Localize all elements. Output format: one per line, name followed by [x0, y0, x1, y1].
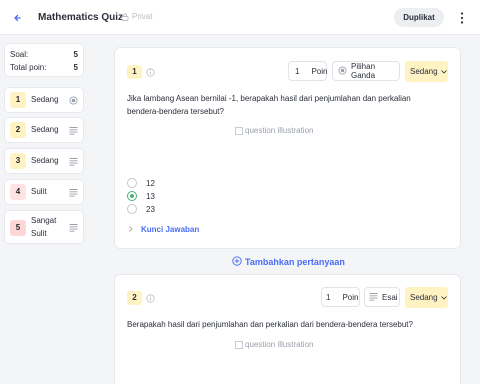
option-label: 13	[146, 191, 155, 201]
answer-key-label: Kunci Jawaban	[141, 225, 200, 234]
question-text: Berapakah hasil dari penjumlahan dan per…	[127, 320, 413, 329]
chevron-right-icon	[129, 225, 133, 234]
question-nav-item-3[interactable]: 3 Sedang	[4, 148, 84, 174]
broken-image-icon	[235, 340, 243, 349]
question-number-badge: 2	[127, 291, 142, 305]
image-alt-text: question illustration	[245, 340, 314, 349]
total-points-label: Total poin:	[10, 63, 47, 72]
radio-type-icon	[69, 96, 78, 105]
text-lines-icon	[69, 157, 78, 166]
option-label: 23	[146, 204, 155, 214]
question-image: question illustration	[235, 340, 313, 349]
points-label: Poin	[311, 66, 328, 76]
question-number: 2	[10, 122, 26, 138]
plus-circle-icon	[232, 256, 242, 268]
privacy-status[interactable]: Privat	[121, 12, 152, 21]
add-question-button[interactable]: Tambahkan pertanyaan	[232, 256, 345, 268]
question-number: 5	[10, 220, 26, 236]
question-nav-item-2[interactable]: 2 Sedang	[4, 117, 84, 143]
points-value: 1	[326, 292, 331, 302]
more-options-icon[interactable]	[456, 10, 468, 26]
answer-key-toggle[interactable]: Kunci Jawaban	[129, 225, 199, 234]
text-lines-icon	[69, 223, 78, 232]
total-points-row: Total poin: 5	[10, 63, 78, 72]
question-text: Jika lambang Asean bernilai -1, berapaka…	[127, 94, 411, 116]
question-count-value: 5	[73, 50, 78, 59]
option-radio-selected[interactable]	[127, 191, 137, 201]
text-lines-icon	[369, 292, 378, 303]
duplicate-button[interactable]: Duplikat	[394, 8, 444, 27]
question-number: 4	[10, 184, 26, 200]
question-count-row: Soal: 5	[10, 50, 78, 59]
question-nav-item-5[interactable]: 5 Sangat Sulit	[4, 210, 84, 244]
privacy-label: Privat	[132, 12, 153, 21]
question-difficulty: Sedang	[31, 95, 59, 104]
question-type-label: Esai	[382, 292, 398, 302]
question-card-1: 1 1 Poin Pilihan Ganda Sedang Jika lamba…	[114, 47, 461, 249]
add-question-label: Tambahkan pertanyaan	[245, 257, 345, 267]
radio-type-icon	[338, 65, 347, 77]
option-radio[interactable]	[127, 204, 137, 214]
points-value: 1	[295, 66, 300, 76]
question-image: question illustration	[235, 126, 313, 135]
question-type-label: Pilihan Ganda	[351, 62, 376, 80]
difficulty-label: Sedang	[410, 293, 438, 302]
points-field[interactable]: 1 Poin	[288, 61, 327, 81]
question-number-badge: 1	[127, 65, 142, 79]
option-label: 12	[146, 178, 155, 188]
answer-option-1[interactable]: 12	[127, 178, 155, 188]
image-alt-text: question illustration	[245, 126, 314, 135]
chevron-down-icon	[440, 67, 447, 76]
difficulty-selector[interactable]: Sedang	[405, 287, 448, 308]
question-difficulty-line1: Sangat	[31, 216, 57, 225]
text-lines-icon	[69, 188, 78, 197]
question-number: 3	[10, 153, 26, 169]
difficulty-label: Sedang	[410, 67, 438, 76]
info-icon[interactable]	[146, 294, 155, 303]
total-points-value: 5	[73, 63, 78, 72]
question-nav-item-4[interactable]: 4 Sulit	[4, 179, 84, 205]
question-difficulty: Sedang	[31, 125, 59, 134]
info-icon[interactable]	[146, 68, 155, 77]
text-lines-icon	[69, 126, 78, 135]
question-type-selector[interactable]: Esai	[364, 287, 400, 307]
difficulty-selector[interactable]: Sedang	[405, 61, 448, 82]
question-type-selector[interactable]: Pilihan Ganda	[332, 61, 400, 81]
question-nav-item-1[interactable]: 1 Sedang	[4, 87, 84, 113]
quiz-title: Mathematics Quiz	[38, 12, 124, 23]
points-field[interactable]: 1 Poin	[321, 287, 360, 307]
option-radio[interactable]	[127, 178, 137, 188]
quiz-stats: Soal: 5 Total poin: 5	[4, 43, 84, 77]
question-count-label: Soal:	[10, 50, 29, 59]
top-bar: Mathematics Quiz Privat Duplikat	[0, 0, 480, 35]
points-label: Poin	[342, 292, 359, 302]
question-card-2: 2 1 Poin Esai Sedang Berapakah hasil dar…	[114, 274, 461, 384]
answer-option-3[interactable]: 23	[127, 204, 155, 214]
lock-icon	[121, 12, 129, 21]
back-arrow-icon[interactable]	[11, 11, 25, 25]
question-difficulty: Sulit	[31, 187, 47, 196]
broken-image-icon	[235, 126, 243, 135]
question-difficulty-line2: Sulit	[31, 229, 47, 238]
question-difficulty: Sedang	[31, 156, 59, 165]
question-number: 1	[10, 92, 26, 108]
chevron-down-icon	[440, 293, 447, 302]
answer-option-2[interactable]: 13	[127, 191, 155, 201]
